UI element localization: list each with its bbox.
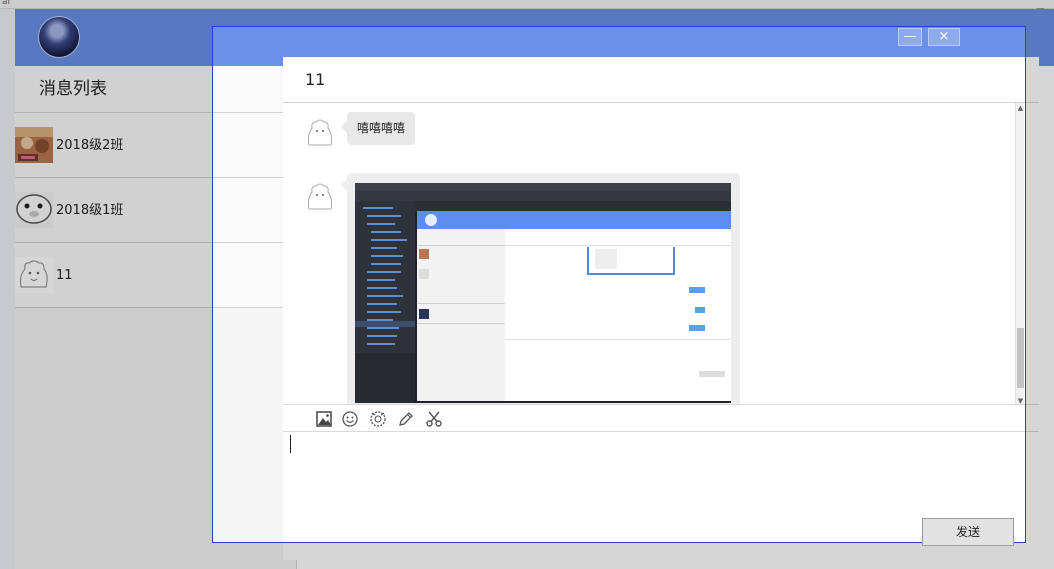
screenshot-dim-overlay-left [0,0,212,569]
minimize-button[interactable]: — [898,28,922,46]
screenshot-dim-overlay-top [212,0,1026,26]
screenshot-dim-overlay-bottom [212,543,1026,569]
screenshot-dim-overlay-right [1026,0,1054,569]
close-button[interactable]: × [928,28,960,46]
screenshot-selection-box[interactable] [212,26,1026,543]
send-button[interactable]: 发送 [922,518,1014,546]
